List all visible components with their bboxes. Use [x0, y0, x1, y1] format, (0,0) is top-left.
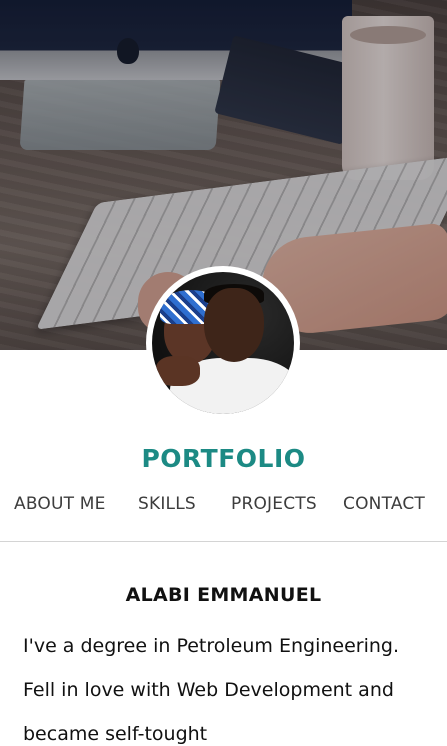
photo-arm — [156, 356, 200, 386]
profile-name: ALABI EMMANUEL — [125, 584, 322, 606]
profile-avatar — [146, 266, 300, 420]
nav-contact[interactable]: CONTACT — [343, 494, 425, 514]
nav-projects[interactable]: PROJECTS — [231, 494, 317, 514]
profile-bio: I've a degree in Petroleum Engineering. … — [23, 635, 400, 745]
profile-photo — [152, 272, 294, 414]
brand-title[interactable]: PORTFOLIO — [0, 444, 447, 473]
photo-person-right — [204, 288, 264, 362]
portfolio-page: PORTFOLIO ABOUT ME SKILLS PROJECTS CONTA… — [0, 0, 447, 746]
nav-about-me[interactable]: ABOUT ME — [14, 494, 106, 514]
nav-divider — [0, 541, 447, 542]
nav-skills[interactable]: SKILLS — [138, 494, 196, 514]
main-nav: ABOUT ME SKILLS PROJECTS CONTACT — [0, 494, 447, 520]
